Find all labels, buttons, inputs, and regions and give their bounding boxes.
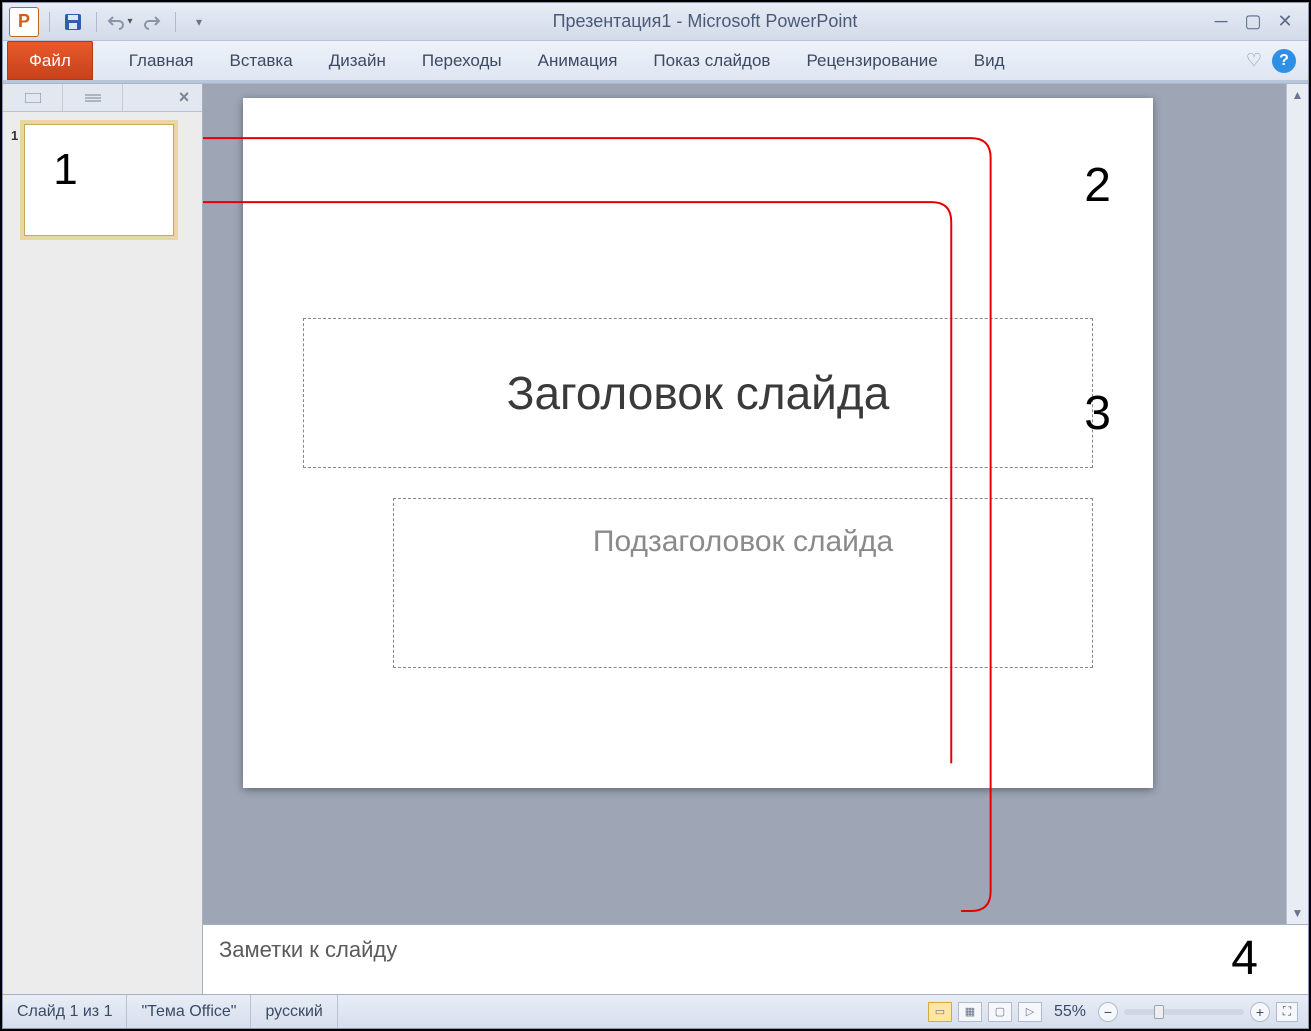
separator xyxy=(96,12,97,32)
vertical-scrollbar[interactable]: ▲ ▼ xyxy=(1286,84,1308,924)
normal-view-icon[interactable]: ▭ xyxy=(928,1002,952,1022)
title-placeholder-text: Заголовок слайда xyxy=(507,366,890,420)
slide-thumbnail[interactable]: 1 xyxy=(24,124,174,236)
notes-pane[interactable]: Заметки к слайду 4 xyxy=(203,924,1308,994)
help-icon[interactable]: ? xyxy=(1272,49,1296,73)
minimize-icon[interactable]: ─ xyxy=(1210,11,1232,32)
status-language[interactable]: русский xyxy=(251,995,337,1028)
quick-access-toolbar: ▾ ▾ xyxy=(45,9,212,35)
scroll-down-icon[interactable]: ▼ xyxy=(1292,906,1304,920)
maximize-icon[interactable]: ▢ xyxy=(1242,11,1264,32)
subtitle-placeholder-text: Подзаголовок слайда xyxy=(593,525,893,559)
tab-insert[interactable]: Вставка xyxy=(212,41,311,80)
annotation-3: 3 xyxy=(1084,386,1111,441)
annotation-4: 4 xyxy=(1231,931,1258,986)
undo-icon[interactable]: ▾ xyxy=(107,9,133,35)
annotation-2: 2 xyxy=(1084,158,1111,213)
dropdown-arrow-icon[interactable]: ▾ xyxy=(127,16,132,27)
separator xyxy=(175,12,176,32)
window-title: Презентация1 - Microsoft PowerPoint xyxy=(212,11,1198,32)
scroll-up-icon[interactable]: ▲ xyxy=(1292,88,1304,102)
tab-transitions[interactable]: Переходы xyxy=(404,41,520,80)
tab-file[interactable]: Файл xyxy=(7,41,93,80)
thumbnail-number: 1 xyxy=(11,124,18,143)
status-slide-count[interactable]: Слайд 1 из 1 xyxy=(3,995,127,1028)
app-window: P ▾ ▾ Презентация1 - Microsoft PowerPoin… xyxy=(2,2,1309,1029)
side-pane-tabs: × xyxy=(3,84,202,112)
window-controls: ─ ▢ ✕ xyxy=(1198,11,1308,32)
slideshow-view-icon[interactable]: ▷ xyxy=(1018,1002,1042,1022)
slide-edit-area: 2 Заголовок слайда 3 Подзаголовок слайда xyxy=(203,84,1286,924)
fit-to-window-icon[interactable]: ⛶ xyxy=(1276,1002,1298,1022)
zoom-percentage[interactable]: 55% xyxy=(1054,1003,1086,1021)
zoom-slider-knob[interactable] xyxy=(1154,1005,1164,1019)
zoom-out-icon[interactable]: − xyxy=(1098,1002,1118,1022)
slide-canvas[interactable]: 2 Заголовок слайда 3 Подзаголовок слайда xyxy=(243,98,1153,788)
reading-view-icon[interactable]: ▢ xyxy=(988,1002,1012,1022)
thumbnail-item[interactable]: 1 1 xyxy=(11,124,194,236)
zoom-in-icon[interactable]: + xyxy=(1250,1002,1270,1022)
title-bar: P ▾ ▾ Презентация1 - Microsoft PowerPoin… xyxy=(3,3,1308,41)
annotation-1: 1 xyxy=(53,145,77,195)
center-panel: 2 Заголовок слайда 3 Подзаголовок слайда xyxy=(203,84,1308,994)
tab-slideshow[interactable]: Показ слайдов xyxy=(635,41,788,80)
powerpoint-logo-icon[interactable]: P xyxy=(9,7,39,37)
tab-animations[interactable]: Анимация xyxy=(520,41,636,80)
subtitle-placeholder[interactable]: Подзаголовок слайда xyxy=(393,498,1093,668)
tab-review[interactable]: Рецензирование xyxy=(788,41,955,80)
status-right-cluster: ▭ ▦ ▢ ▷ 55% − + ⛶ xyxy=(928,1002,1308,1022)
tab-design[interactable]: Дизайн xyxy=(311,41,404,80)
thumbnail-pane: × 1 1 xyxy=(3,84,203,994)
redo-icon[interactable] xyxy=(139,9,165,35)
status-bar: Слайд 1 из 1 "Тема Office" русский ▭ ▦ ▢… xyxy=(3,994,1308,1028)
close-icon[interactable]: ✕ xyxy=(1274,11,1296,32)
slides-tab-icon[interactable] xyxy=(3,84,63,111)
status-theme[interactable]: "Тема Office" xyxy=(127,995,251,1028)
save-icon[interactable] xyxy=(60,9,86,35)
customize-qat-icon[interactable]: ▾ xyxy=(186,9,212,35)
collapse-ribbon-icon[interactable]: ♡ xyxy=(1246,50,1262,71)
work-area: × 1 1 2 Заголовок слайда xyxy=(3,83,1308,994)
notes-placeholder-text: Заметки к слайду xyxy=(219,937,397,963)
tab-view[interactable]: Вид xyxy=(956,41,1023,80)
zoom-slider[interactable] xyxy=(1124,1009,1244,1015)
outline-tab-icon[interactable] xyxy=(63,84,123,111)
sorter-view-icon[interactable]: ▦ xyxy=(958,1002,982,1022)
thumbnail-list: 1 1 xyxy=(3,112,202,994)
close-pane-icon[interactable]: × xyxy=(166,87,202,108)
title-placeholder[interactable]: Заголовок слайда xyxy=(303,318,1093,468)
separator xyxy=(49,12,50,32)
tab-home[interactable]: Главная xyxy=(111,41,212,80)
ribbon-tabs: Файл Главная Вставка Дизайн Переходы Ани… xyxy=(3,41,1308,83)
